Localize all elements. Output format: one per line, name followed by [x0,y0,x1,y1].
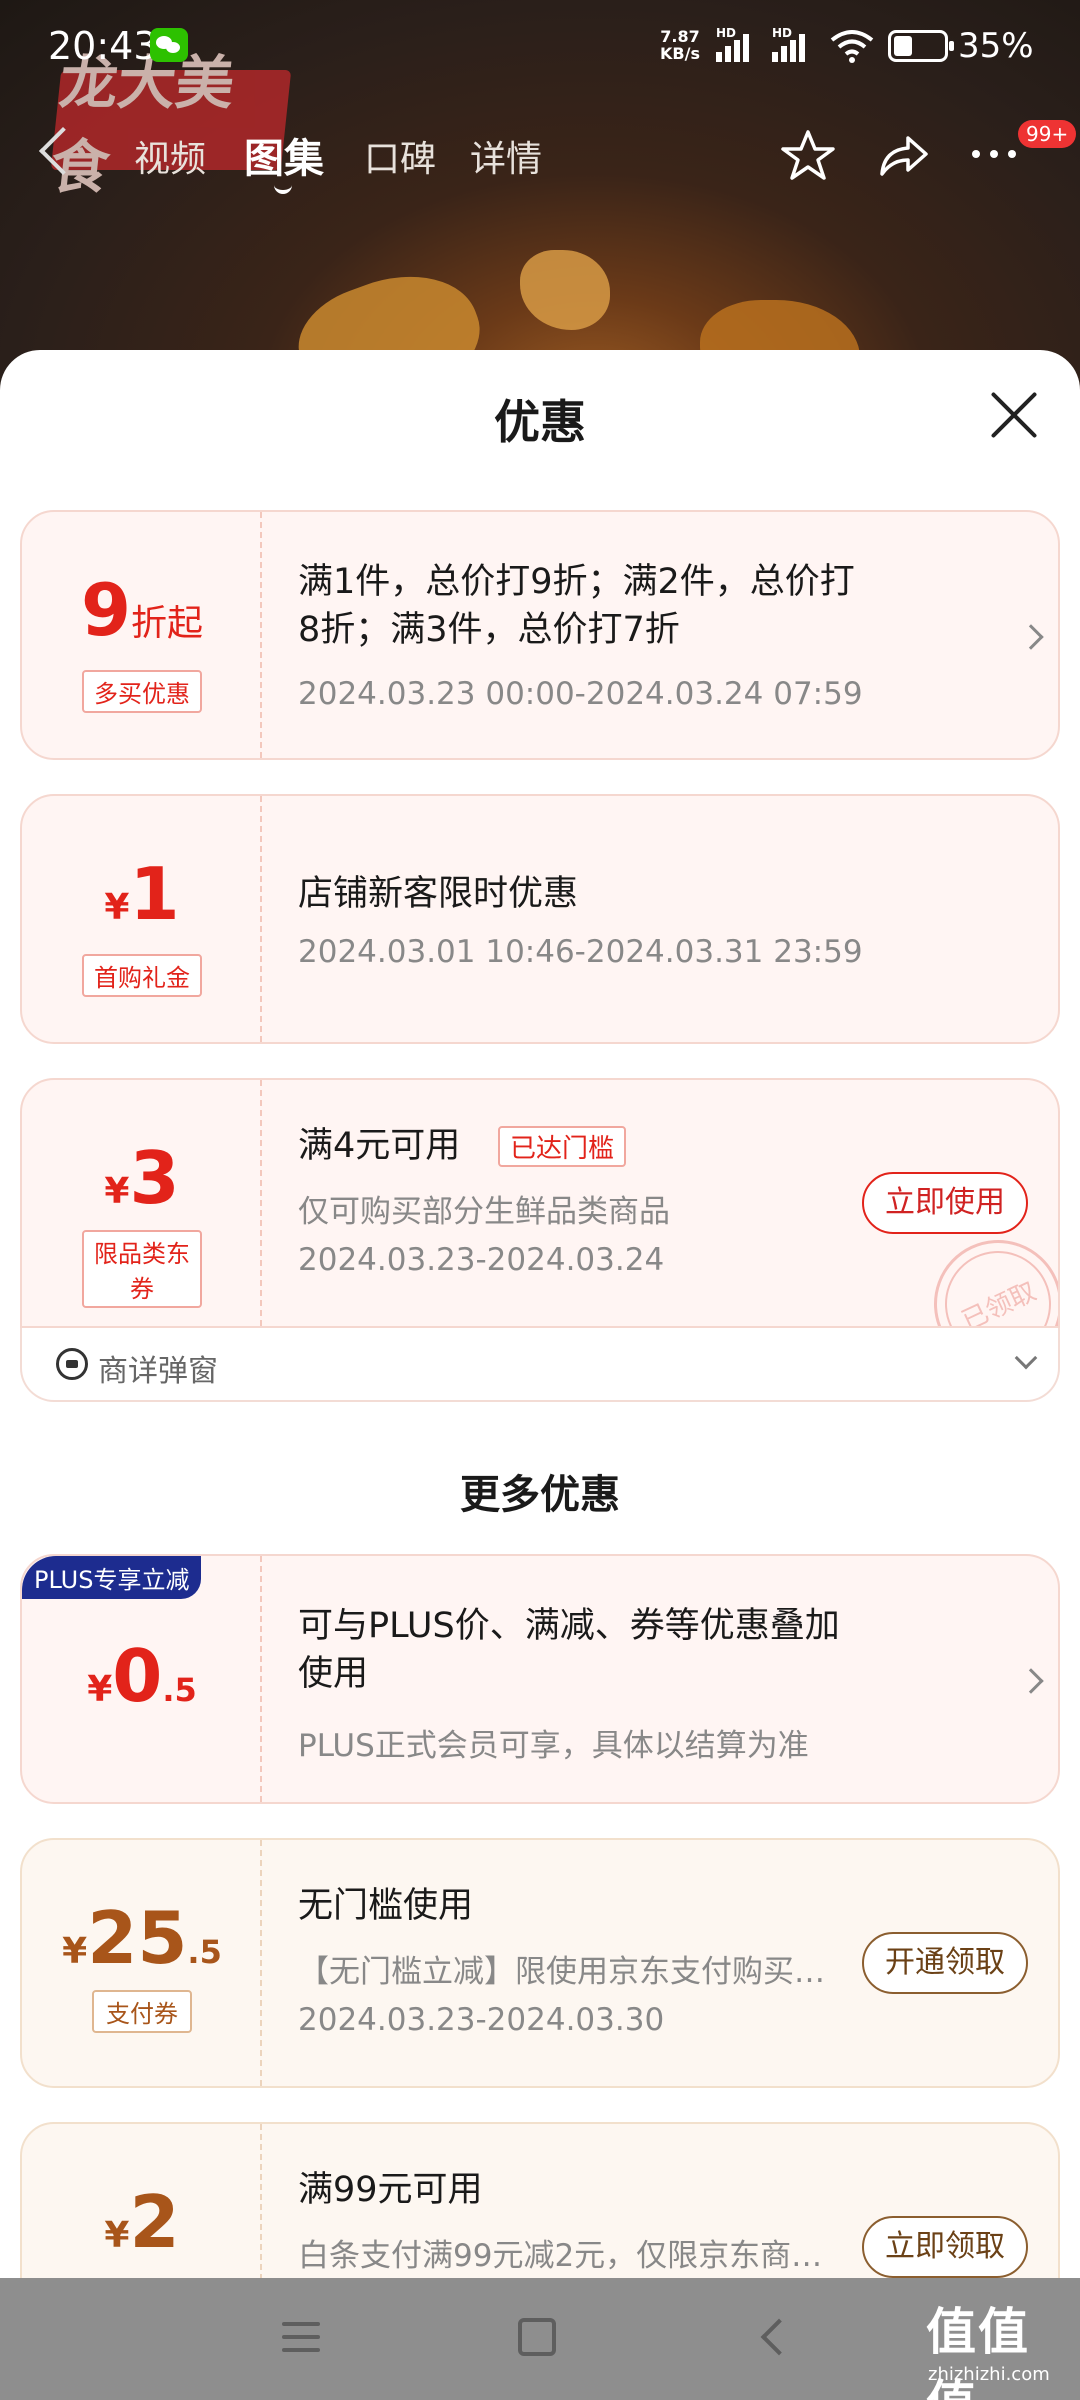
network-speed: 7.87 KB/s [660,28,700,62]
offer-amount-value: 0 [112,1634,163,1718]
share-icon[interactable] [876,130,930,180]
currency-symbol: ¥ [104,2215,130,2256]
offer-amount-suffix: 折起 [131,603,204,644]
tab-video[interactable]: 视频 [134,130,206,182]
tab-details[interactable]: 详情 [470,130,542,182]
offer-amount-panel: ¥2 [22,2124,262,2280]
offer-amount-value: 9 [80,568,132,652]
activate-claim-button[interactable]: 开通领取 [862,1932,1028,1994]
offer-amount-value: 1 [129,852,180,936]
close-icon[interactable] [990,390,1040,440]
back-icon[interactable] [38,126,88,176]
offer-card-multibuy[interactable]: 9折起 多买优惠 满1件，总价打9折；满2件，总价打 8折；满3件，总价打7折 … [20,510,1060,760]
system-back-icon[interactable] [760,2318,798,2356]
offer-amount-panel: ¥25.5 支付券 [22,1840,262,2086]
offer-amount-panel: 9折起 多买优惠 [22,512,262,758]
offer-description: 满4元可用 [298,1126,461,1166]
offer-description-cont: 8折；满3件，总价打7折 [298,610,680,650]
offer-amount-panel: ¥3 限品类东券 [22,1080,262,1326]
status-bar: 20:43 7.87 KB/s HD HD 35% [0,0,1080,96]
offer-amount: 9折起 [22,568,262,652]
ticket-icon [56,1348,88,1380]
claimed-stamp: 已领取 [912,1218,1058,1326]
more-options-icon[interactable] [972,150,1028,162]
offer-amount: ¥25.5 [22,1896,262,1980]
offer-validity: 2024.03.23-2024.03.30 [298,2002,665,2038]
offer-description: 店铺新客限时优惠 [298,874,579,914]
signal-hd-label: HD [772,26,793,40]
offer-tag: 限品类东券 [82,1230,202,1308]
detail-row-label: 商详弹窗 [98,1354,218,1389]
offer-description: 无门槛使用 [298,1886,474,1926]
offer-card-first-purchase[interactable]: ¥1 首购礼金 店铺新客限时优惠 2024.03.01 10:46-2024.0… [20,794,1060,1044]
offer-amount-panel: ¥1 首购礼金 [22,796,262,1042]
currency-symbol: ¥ [104,887,130,928]
network-speed-unit: KB/s [660,44,700,63]
offer-amount: ¥0.5 [22,1634,262,1718]
notification-count-badge: 99+ [1018,120,1077,148]
offer-card-credit-payment[interactable]: ¥2 满99元可用 白条支付满99元减2元，仅限京东商… 立即领取 [20,2122,1060,2280]
offer-amount-value: 25 [87,1896,188,1980]
chevron-right-icon [1018,1668,1044,1694]
tab-gallery[interactable]: 图集 [244,126,324,184]
offer-tag: 支付券 [92,1990,192,2033]
threshold-reached-badge: 已达门槛 [498,1126,627,1167]
offer-validity: 2024.03.01 10:46-2024.03.31 23:59 [298,934,863,970]
offer-scope: 白条支付满99元减2元，仅限京东商… [298,2238,823,2274]
tab-reviews[interactable]: 口碑 [364,130,436,182]
currency-symbol: ¥ [87,1669,113,1710]
watermark-url: zhizhizhi.com [928,2364,1050,2385]
offer-amount-value: 3 [129,1136,180,1220]
wechat-notification-icon [150,28,188,62]
chevron-down-icon[interactable] [1014,1346,1038,1370]
offer-card-category-coupon[interactable]: ¥3 限品类东券 满4元可用 已达门槛 仅可购买部分生鲜品类商品 2024.03… [20,1078,1060,1328]
offer-amount-decimal: .5 [187,1933,222,1971]
offer-amount: ¥3 [22,1136,262,1220]
offer-tag: 首购礼金 [82,954,202,997]
product-top-nav: 视频 图集 口碑 详情 99+ [0,110,1080,200]
offer-scope: 【无门槛立减】限使用京东支付购买… [298,1954,825,1990]
food-photo-detail [520,250,610,330]
offer-amount: ¥1 [22,852,262,936]
offer-description: 可与PLUS价、满减、券等优惠叠加 [298,1606,840,1646]
wifi-icon [830,30,874,63]
offer-description: 满99元可用 [298,2170,483,2210]
offers-bottom-sheet: 优惠 9折起 多买优惠 满1件，总价打9折；满2件，总价打 8折；满3件，总价打… [0,350,1080,2280]
signal-icon: HD [772,26,818,62]
network-speed-value: 7.87 [660,27,700,46]
battery-icon [888,30,954,62]
more-offers-title: 更多优惠 [460,1472,620,1518]
plus-exclusive-badge: PLUS专享立减 [22,1556,202,1599]
sheet-title: 优惠 [494,395,586,449]
signal-hd-label: HD [716,26,737,40]
offer-card-plus[interactable]: ¥0.5 PLUS专享立减 可与PLUS价、满减、券等优惠叠加 使用 PLUS正… [20,1554,1060,1804]
offer-description: 满1件，总价打9折；满2件，总价打 [298,562,855,602]
active-tab-indicator [274,182,292,194]
coupon-detail-row[interactable]: 商详弹窗 [20,1328,1060,1402]
battery-percent: 35% [958,26,1034,66]
offer-card-payment-coupon[interactable]: ¥25.5 支付券 无门槛使用 【无门槛立减】限使用京东支付购买… 2024.0… [20,1838,1060,2088]
favorite-star-icon[interactable] [780,128,836,184]
offer-tag: 多买优惠 [82,670,202,713]
currency-symbol: ¥ [104,1171,130,1212]
recent-apps-icon[interactable] [282,2322,320,2352]
offer-amount: ¥2 [22,2180,262,2264]
chevron-right-icon [1018,624,1044,650]
system-navigation-bar: 值值值 zhizhizhi.com [0,2278,1080,2400]
offer-validity: 2024.03.23 00:00-2024.03.24 07:59 [298,676,863,712]
currency-symbol: ¥ [62,1931,88,1972]
offer-note: PLUS正式会员可享，具体以结算为准 [298,1728,809,1764]
claim-now-button[interactable]: 立即领取 [862,2216,1028,2278]
status-time: 20:43 [48,24,158,68]
signal-icon: HD [716,26,762,62]
offer-amount-decimal: .5 [162,1671,197,1709]
home-icon[interactable] [518,2318,556,2356]
use-now-button[interactable]: 立即使用 [862,1172,1028,1234]
offer-amount-value: 2 [129,2180,180,2264]
offer-scope: 仅可购买部分生鲜品类商品 [298,1194,670,1230]
offer-validity: 2024.03.23-2024.03.24 [298,1242,665,1278]
offer-description-cont: 使用 [298,1654,369,1694]
